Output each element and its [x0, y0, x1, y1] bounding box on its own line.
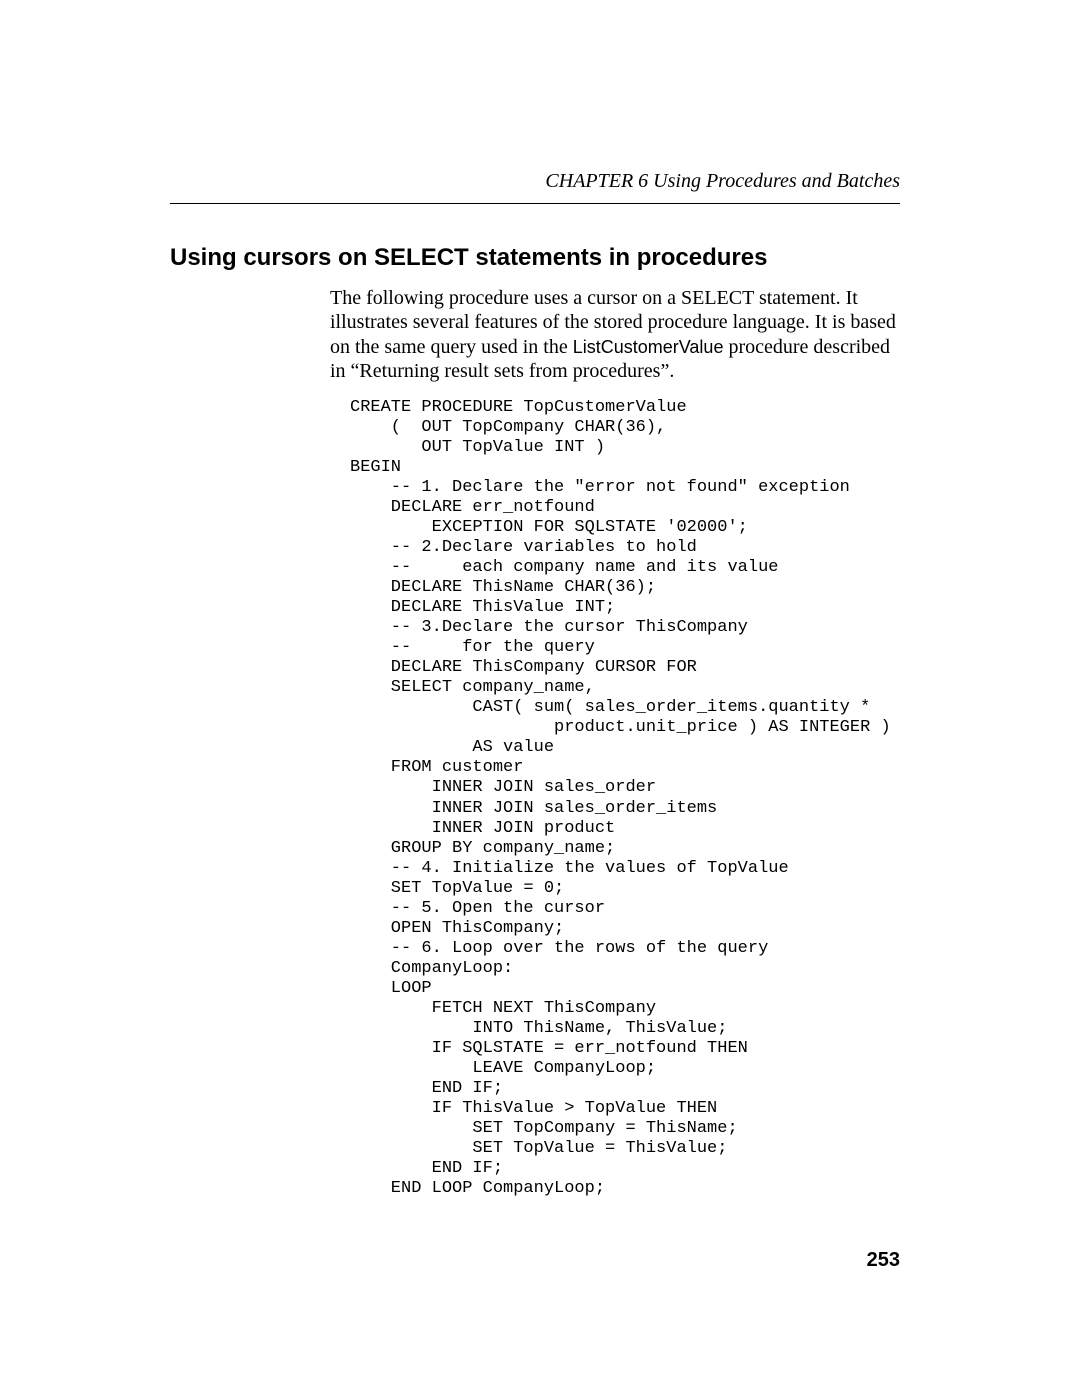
- inline-code-name: ListCustomerValue: [573, 337, 724, 357]
- code-listing: CREATE PROCEDURE TopCustomerValue ( OUT …: [350, 398, 900, 1200]
- page: CHAPTER 6 Using Procedures and Batches U…: [0, 0, 1080, 1397]
- page-number: 253: [867, 1249, 900, 1272]
- section-title: Using cursors on SELECT statements in pr…: [170, 244, 900, 272]
- header-rule: [170, 203, 900, 204]
- running-header: CHAPTER 6 Using Procedures and Batches: [170, 170, 900, 193]
- intro-paragraph: The following procedure uses a cursor on…: [330, 286, 900, 384]
